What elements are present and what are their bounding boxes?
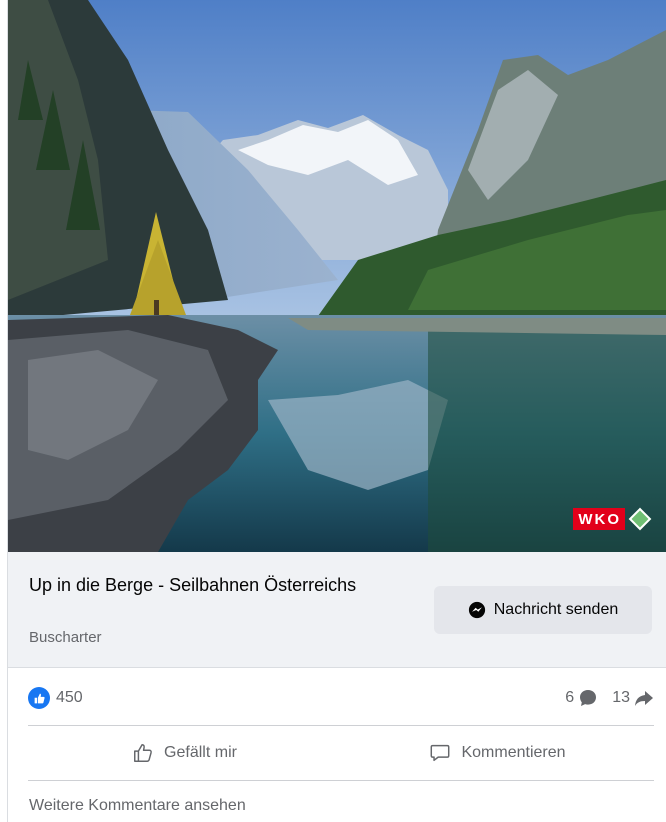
- like-button[interactable]: Gefällt mir: [28, 733, 341, 773]
- share-arrow-icon: [635, 691, 653, 706]
- divider: [28, 780, 654, 781]
- comments-count[interactable]: 6: [565, 688, 598, 708]
- link-subtitle: Buscharter: [29, 629, 102, 646]
- like-label: Gefällt mir: [164, 744, 237, 761]
- likes-number: 450: [56, 689, 83, 706]
- shares-number: 13: [612, 689, 630, 706]
- landscape-image: [8, 0, 666, 552]
- comment-label: Kommentieren: [461, 744, 566, 761]
- link-preview-bar[interactable]: Up in die Berge - Seilbahnen Österreichs…: [8, 552, 666, 668]
- comment-outline-icon: [431, 744, 450, 762]
- post-photo[interactable]: WKO: [8, 0, 666, 552]
- comment-bubble-icon: [580, 690, 597, 706]
- messenger-icon: [468, 601, 485, 619]
- link-title[interactable]: Up in die Berge - Seilbahnen Österreichs: [29, 573, 359, 597]
- thumbs-up-outline-icon: [134, 744, 152, 762]
- send-message-label: Nachricht senden: [493, 601, 619, 618]
- post-actions: Gefällt mir Kommentieren: [28, 727, 654, 779]
- view-more-comments-link[interactable]: Weitere Kommentare ansehen: [29, 797, 246, 815]
- divider: [28, 725, 654, 726]
- send-message-button[interactable]: Nachricht senden: [434, 586, 652, 634]
- thumbs-up-icon: [28, 687, 50, 709]
- likes-count[interactable]: 450: [28, 687, 83, 709]
- wko-logo-text: WKO: [573, 508, 625, 530]
- wko-watermark-logo: WKO: [573, 507, 652, 531]
- shares-count[interactable]: 13: [612, 688, 654, 708]
- comment-button[interactable]: Kommentieren: [341, 733, 654, 773]
- reactions-stats-row: 450 6 13: [28, 682, 654, 714]
- comments-number: 6: [565, 689, 575, 706]
- comment-share-stats: 6 13: [565, 688, 654, 708]
- wko-diamond-icon: [628, 507, 652, 531]
